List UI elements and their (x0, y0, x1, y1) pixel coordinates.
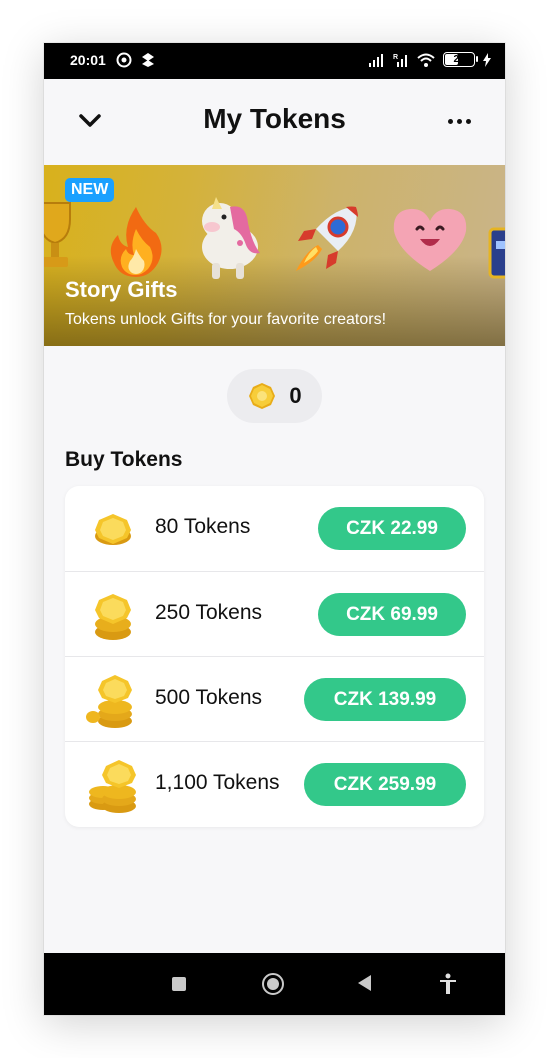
battery-icon: 21 (443, 52, 478, 67)
token-package-row: 250 Tokens CZK 69.99 (65, 571, 484, 657)
unicorn-icon (202, 197, 260, 279)
header: My Tokens (44, 79, 505, 163)
svg-text:R: R (393, 54, 398, 61)
gift-card-icon (488, 227, 505, 279)
package-label: 500 Tokens (155, 686, 263, 709)
token-stack-icon (95, 594, 131, 640)
signal-icon (369, 53, 383, 67)
buy-tokens-heading: Buy Tokens (65, 448, 183, 471)
story-gifts-banner[interactable]: NEW Story Gifts Tokens unlock Gifts for … (44, 165, 505, 346)
phone-screen: 20:01 R 21 My Tokens NEW Story Gifts Tok… (44, 43, 505, 1015)
package-label: 250 Tokens (155, 601, 263, 624)
banner-title: Story Gifts (65, 277, 178, 302)
package-label: 80 Tokens (155, 515, 251, 538)
system-nav-bar (44, 953, 505, 1015)
balance-value: 0 (289, 383, 302, 408)
buy-1100-tokens-button[interactable]: CZK 259.99 (304, 763, 466, 806)
heart-face-icon (393, 208, 467, 271)
buy-500-tokens-button[interactable]: CZK 139.99 (304, 678, 466, 721)
token-stack-icon (86, 675, 132, 728)
more-dots-icon[interactable] (443, 105, 475, 137)
token-stack-icon (89, 760, 136, 813)
token-package-row: 80 Tokens CZK 22.99 (65, 486, 484, 571)
token-balance: 0 (227, 369, 322, 423)
back-triangle-icon[interactable] (358, 975, 371, 991)
fire-icon (110, 207, 162, 277)
charging-icon (483, 52, 491, 67)
token-coin-icon (249, 383, 276, 409)
battery-level: 21 (453, 54, 465, 65)
buy-250-tokens-button[interactable]: CZK 69.99 (318, 593, 466, 636)
package-label: 1,100 Tokens (155, 771, 280, 794)
token-packages-list: 80 Tokens CZK 22.99 250 Tokens CZK 69.99 (65, 486, 484, 827)
status-time: 20:01 (70, 52, 106, 68)
wifi-icon (417, 53, 435, 67)
banner-subtitle: Tokens unlock Gifts for your favorite cr… (65, 311, 387, 328)
home-circle-icon[interactable] (262, 973, 284, 995)
dropbox-icon (142, 53, 154, 67)
accessibility-icon[interactable] (436, 972, 460, 996)
buy-80-tokens-button[interactable]: CZK 22.99 (318, 507, 466, 550)
page-title: My Tokens (203, 103, 346, 134)
app-notification-icon (116, 52, 132, 68)
recents-square-icon[interactable] (172, 977, 186, 991)
token-stack-icon (95, 514, 131, 545)
status-bar: 20:01 R 21 (44, 43, 505, 79)
signal-roaming-icon: R (393, 54, 407, 67)
rocket-icon (296, 206, 358, 271)
token-package-row: 500 Tokens CZK 139.99 (65, 656, 484, 742)
new-badge: NEW (65, 178, 115, 202)
trophy-icon (44, 202, 71, 267)
token-package-row: 1,100 Tokens CZK 259.99 (65, 741, 484, 827)
